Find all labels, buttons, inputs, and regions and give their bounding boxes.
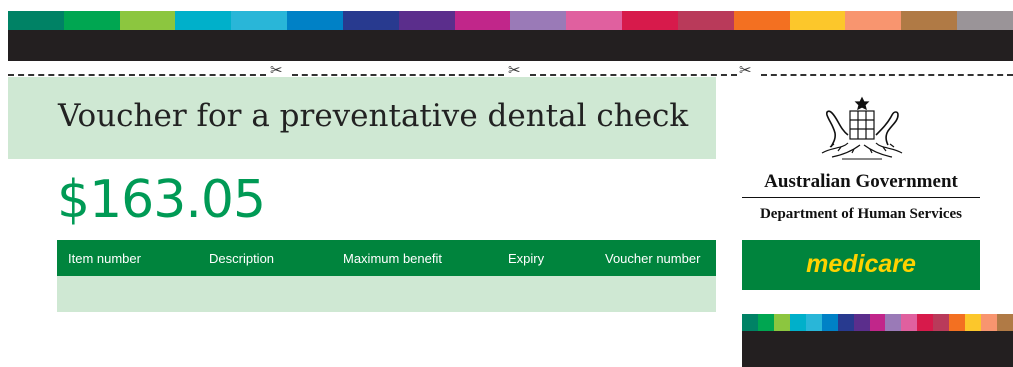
voucher-title: Voucher for a preventative dental check	[58, 98, 689, 134]
voucher-table-header: Item number Description Maximum benefit …	[57, 240, 716, 276]
medicare-wordmark: medicare	[806, 250, 916, 278]
stripe-segment	[853, 314, 870, 331]
stripe-segment	[742, 314, 758, 331]
title-band: Voucher for a preventative dental check	[8, 77, 716, 159]
stripe-segment	[933, 314, 950, 331]
stripe-segment	[510, 11, 567, 30]
stripe-segment	[885, 314, 902, 331]
stripe-segment	[342, 11, 399, 30]
stripe-segment	[845, 11, 902, 30]
stripe-segment	[231, 11, 288, 30]
divider	[742, 197, 980, 198]
stripe-segment	[837, 314, 854, 331]
stripe-segment	[63, 11, 120, 30]
stripe-segment	[175, 11, 232, 30]
stripe-segment	[119, 11, 176, 30]
stripe-segment	[901, 11, 958, 30]
stripe-segment	[757, 314, 774, 331]
stripe-segment	[287, 11, 343, 30]
stripe-segment	[869, 314, 886, 331]
stripe-segment	[789, 314, 806, 331]
stripe-segment	[677, 11, 734, 30]
stripe-segment	[622, 11, 678, 30]
cut-line-dash	[761, 74, 1013, 76]
stripe-segment	[965, 314, 982, 331]
top-black-bar	[8, 30, 1013, 61]
commonwealth-coat-of-arms-icon	[821, 96, 903, 160]
cut-line-dash	[530, 74, 737, 76]
stripe-segment	[957, 11, 1013, 30]
cut-line-dash	[292, 74, 504, 76]
stripe-segment	[821, 314, 838, 331]
bottom-black-bar	[742, 331, 1013, 367]
stripe-segment	[997, 314, 1013, 331]
header-item-number: Item number	[68, 251, 141, 266]
voucher-amount: $163.05	[57, 170, 266, 230]
stripe-segment	[917, 314, 934, 331]
stripe-segment	[805, 314, 822, 331]
stripe-segment	[789, 11, 846, 30]
header-maximum-benefit: Maximum benefit	[343, 251, 442, 266]
voucher-table-row	[57, 276, 716, 312]
stripe-segment	[398, 11, 455, 30]
voucher-table: Item number Description Maximum benefit …	[57, 240, 716, 312]
header-expiry: Expiry	[508, 251, 545, 266]
scissors-icon: ✂	[508, 61, 521, 79]
cut-line-dash	[8, 74, 266, 76]
medicare-logo: medicare	[742, 240, 980, 290]
stripe-segment	[949, 314, 966, 331]
government-name: Australian Government	[764, 171, 958, 192]
top-color-stripe	[8, 11, 1013, 30]
stripe-segment	[901, 314, 918, 331]
department-name: Department of Human Services	[759, 206, 963, 222]
bottom-color-stripe	[742, 314, 1013, 331]
scissors-icon: ✂	[739, 61, 752, 79]
stripe-segment	[454, 11, 511, 30]
scissors-icon: ✂	[270, 61, 283, 79]
stripe-segment	[733, 11, 790, 30]
stripe-segment	[566, 11, 623, 30]
header-description: Description	[209, 251, 275, 266]
stripe-segment	[773, 314, 790, 331]
header-voucher-number: Voucher number	[605, 251, 701, 266]
stripe-segment	[8, 11, 64, 30]
stripe-segment	[981, 314, 997, 331]
